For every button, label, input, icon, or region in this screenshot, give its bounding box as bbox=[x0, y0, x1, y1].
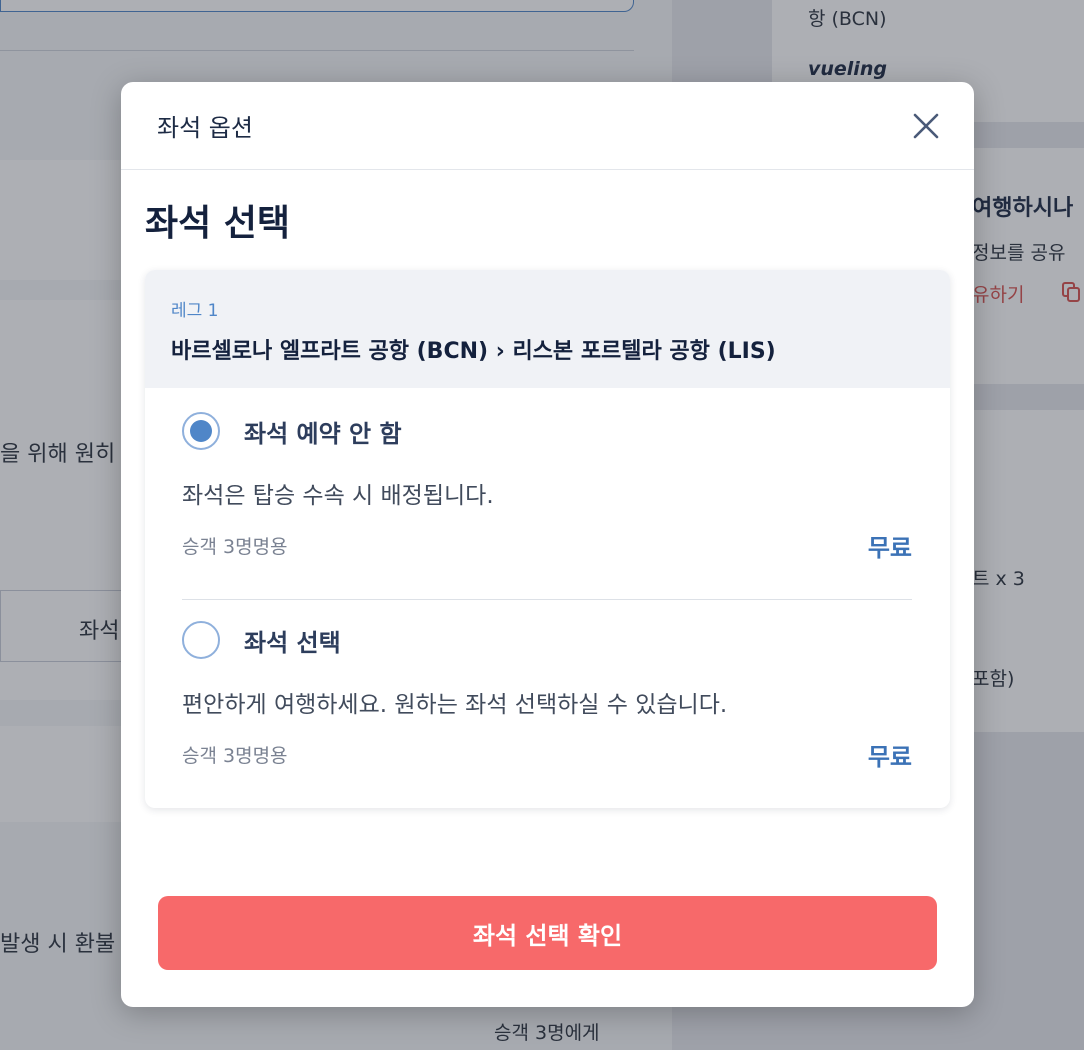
seat-option-no-reservation[interactable]: 좌석 예약 안 함 좌석은 탑승 수속 시 배정됩니다. 승객 3명명용 무료 bbox=[182, 412, 912, 563]
option-passengers: 승객 3명명용 bbox=[182, 536, 288, 558]
confirm-seat-button[interactable]: 좌석 선택 확인 bbox=[158, 896, 937, 970]
option-footer: 승객 3명명용 무료 bbox=[182, 528, 912, 563]
option-name: 좌석 선택 bbox=[244, 628, 341, 657]
modal-title: 좌석 옵션 bbox=[157, 114, 253, 142]
radio-selected-dot bbox=[190, 420, 212, 442]
radio-no-reservation[interactable] bbox=[182, 412, 220, 450]
leg-card: 레그 1 바르셀로나 엘프라트 공항 (BCN) › 리스본 포르텔라 공항 (… bbox=[145, 270, 950, 808]
option-price: 무료 bbox=[867, 743, 912, 771]
option-footer: 승객 3명명용 무료 bbox=[182, 737, 912, 772]
radio-select-seat[interactable] bbox=[182, 621, 220, 659]
seat-option-select-seat[interactable]: 좌석 선택 편안하게 여행하세요. 원하는 좌석 선택하실 수 있습니다. 승객… bbox=[182, 621, 912, 772]
option-row: 좌석 예약 안 함 bbox=[182, 412, 912, 450]
option-description: 편안하게 여행하세요. 원하는 좌석 선택하실 수 있습니다. bbox=[182, 692, 728, 718]
leg-label: 레그 1 bbox=[171, 301, 219, 321]
option-description: 좌석은 탑승 수속 시 배정됩니다. bbox=[182, 483, 494, 509]
option-price: 무료 bbox=[867, 534, 912, 562]
leg-header: 레그 1 바르셀로나 엘프라트 공항 (BCN) › 리스본 포르텔라 공항 (… bbox=[145, 270, 950, 388]
option-name: 좌석 예약 안 함 bbox=[244, 419, 402, 448]
option-row: 좌석 선택 bbox=[182, 621, 912, 659]
seat-options-modal: 좌석 옵션 좌석 선택 레그 1 바르셀로나 엘프라트 공항 (BCN) › 리… bbox=[121, 82, 974, 1007]
modal-header: 좌석 옵션 bbox=[121, 82, 974, 170]
options-divider bbox=[182, 599, 912, 600]
option-passengers: 승객 3명명용 bbox=[182, 745, 288, 767]
close-icon bbox=[913, 113, 939, 138]
close-button[interactable] bbox=[908, 108, 944, 144]
route-text: 바르셀로나 엘프라트 공항 (BCN) › 리스본 포르텔라 공항 (LIS) bbox=[171, 339, 776, 364]
section-title: 좌석 선택 bbox=[145, 203, 291, 244]
